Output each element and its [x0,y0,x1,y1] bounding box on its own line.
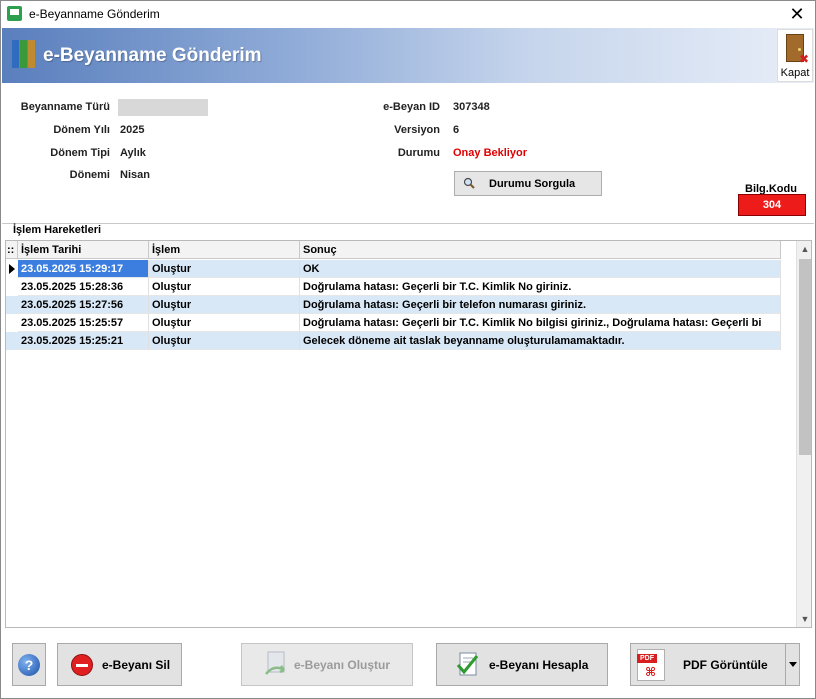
versiyon-value: 6 [453,124,460,136]
row-pointer-icon [9,264,15,274]
durumu-sorgula-button[interactable]: Durumu Sorgula [454,171,602,196]
current-row-indicator [6,260,18,278]
cell-islem-tarihi[interactable]: 23.05.2025 15:25:57 [18,314,149,332]
beyanname-turu-value [118,99,208,116]
durumu-label: Durumu [397,147,440,159]
bilg-kodu-value: 304 [738,194,806,216]
close-x-icon: ✖ [799,52,810,66]
ebeyan-id-label: e-Beyan ID [383,101,440,113]
scrollbar-thumb[interactable] [799,259,811,455]
table-row[interactable]: 23.05.2025 15:28:36 Oluştur Doğrulama ha… [6,278,781,296]
cell-islem[interactable]: Oluştur [149,296,300,314]
pdf-goruntule-label: PDF Görüntüle [683,658,768,672]
pdf-icon: PDF ⌘ [637,649,665,681]
ebeyan-olustur-label: e-Beyanı Oluştur [294,658,391,672]
delete-icon [71,654,93,676]
ebeyan-hesapla-button[interactable]: e-Beyanı Hesapla [436,643,608,686]
books-icon [12,40,38,70]
close-button-label: Kapat [780,67,810,79]
cell-sonuc[interactable]: Gelecek döneme ait taslak beyanname oluş… [300,332,781,350]
magnifier-icon [463,177,475,189]
islem-hareketleri-grid[interactable]: :: İşlem Tarihi İşlem Sonuç 23.05.2025 1… [5,240,812,628]
durumu-sorgula-label: Durumu Sorgula [489,178,576,190]
donemi-value: Nisan [120,169,150,181]
cell-islem[interactable]: Oluştur [149,332,300,350]
window-close-button[interactable]: ✕ [787,4,807,24]
ebeyan-olustur-button[interactable]: e-Beyanı Oluştur [241,643,413,686]
donemi-label: Dönemi [69,169,110,181]
donem-yili-label: Dönem Yılı [53,124,110,136]
window-title: e-Beyanname Gönderim [29,7,160,21]
app-icon [7,6,22,21]
cell-islem-tarihi[interactable]: 23.05.2025 15:27:56 [18,296,149,314]
donem-tipi-value: Aylık [120,147,146,159]
ebeyan-sil-label: e-Beyanı Sil [102,658,171,672]
cell-islem[interactable]: Oluştur [149,314,300,332]
donem-yili-value: 2025 [120,124,145,136]
section-divider [2,223,814,224]
ebeyan-hesapla-label: e-Beyanı Hesapla [489,658,589,672]
cell-sonuc[interactable]: Doğrulama hatası: Geçerli bir T.C. Kimli… [300,314,781,332]
cell-sonuc[interactable]: Doğrulama hatası: Geçerli bir T.C. Kimli… [300,278,781,296]
banner-title: e-Beyanname Gönderim [43,45,262,66]
table-row[interactable]: 23.05.2025 15:25:57 Oluştur Doğrulama ha… [6,314,781,332]
calculate-check-icon [456,652,479,676]
column-header-islem[interactable]: İşlem [149,241,300,259]
donem-tipi-label: Dönem Tipi [50,147,110,159]
scroll-down-icon[interactable]: ▼ [797,611,811,627]
cell-sonuc[interactable]: Doğrulama hatası: Geçerli bir telefon nu… [300,296,781,314]
cell-islem-tarihi[interactable]: 23.05.2025 15:28:36 [18,278,149,296]
create-document-icon [265,651,285,675]
vertical-scrollbar[interactable]: ▲ ▼ [796,241,811,627]
versiyon-label: Versiyon [394,124,440,136]
durumu-value: Onay Bekliyor [453,147,527,159]
title-bar: e-Beyanname Gönderim ✕ [1,1,815,27]
table-row[interactable]: 23.05.2025 15:25:21 Oluştur Gelecek döne… [6,332,781,350]
cell-islem[interactable]: Oluştur [149,260,300,278]
cell-islem-tarihi[interactable]: 23.05.2025 15:29:17 [18,260,149,278]
grid-header: :: İşlem Tarihi İşlem Sonuç [6,241,781,259]
help-icon: ? [18,654,40,676]
scroll-up-icon[interactable]: ▲ [797,241,811,257]
column-header-sonuc[interactable]: Sonuç [300,241,781,259]
islem-hareketleri-title: İşlem Hareketleri [11,224,104,236]
grid-row-handle: :: [6,241,18,259]
table-row[interactable]: 23.05.2025 15:29:17 Oluştur OK [6,260,781,278]
header-banner: e-Beyanname Gönderim ✖ Kapat [2,28,814,83]
help-button[interactable]: ? [12,643,46,686]
pdf-goruntule-button[interactable]: PDF ⌘ PDF Görüntüle [630,643,800,686]
window: e-Beyanname Gönderim ✕ e-Beyanname Gönde… [0,0,816,699]
cell-islem-tarihi[interactable]: 23.05.2025 15:25:21 [18,332,149,350]
ebeyan-id-value: 307348 [453,101,490,113]
pdf-dropdown-arrow-icon[interactable] [785,644,799,685]
beyanname-turu-label: Beyanname Türü [20,101,110,113]
table-row[interactable]: 23.05.2025 15:27:56 Oluştur Doğrulama ha… [6,296,781,314]
close-button[interactable]: ✖ Kapat [777,29,813,82]
cell-sonuc[interactable]: OK [300,260,781,278]
ebeyan-sil-button[interactable]: e-Beyanı Sil [57,643,182,686]
cell-islem[interactable]: Oluştur [149,278,300,296]
column-header-islem-tarihi[interactable]: İşlem Tarihi [18,241,149,259]
